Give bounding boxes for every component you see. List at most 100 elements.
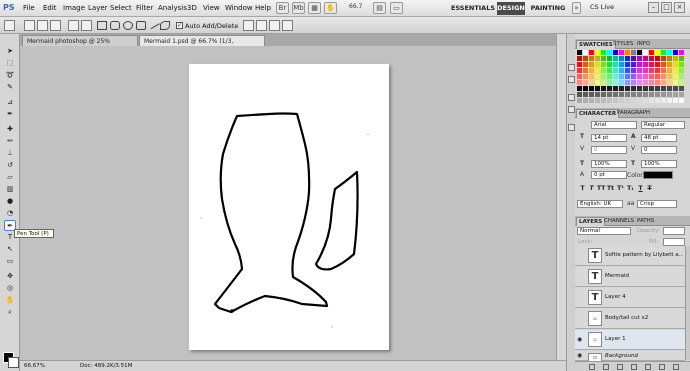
eye-icon[interactable]: ◉ [577, 352, 584, 359]
color-swatch[interactable] [619, 86, 624, 91]
auto-add-delete-checkbox[interactable]: ✓ [176, 22, 183, 29]
leading-field[interactable]: 48 pt [641, 134, 677, 142]
menu-filter[interactable]: Filter [136, 4, 153, 12]
color-swatch[interactable] [667, 80, 672, 85]
color-swatch[interactable] [607, 62, 612, 67]
color-swatch[interactable] [619, 98, 624, 103]
color-swatch[interactable] [625, 98, 630, 103]
color-swatch[interactable] [679, 86, 684, 91]
faux-bold-button[interactable]: T [579, 185, 586, 193]
paths-icon[interactable] [37, 20, 48, 31]
color-swatch[interactable] [583, 92, 588, 97]
color-swatch[interactable] [667, 56, 672, 61]
color-swatch[interactable] [667, 68, 672, 73]
color-swatch[interactable] [637, 92, 642, 97]
color-swatch[interactable] [625, 68, 630, 73]
color-swatch[interactable] [649, 50, 654, 55]
layer-mask-icon[interactable] [617, 364, 623, 370]
color-swatch[interactable] [589, 62, 594, 67]
tab-layers[interactable]: LAYERS [576, 217, 606, 226]
color-swatch[interactable] [661, 92, 666, 97]
color-swatch[interactable] [631, 62, 636, 67]
color-swatch[interactable] [595, 80, 600, 85]
layer-row[interactable]: ▫ Body/tail cut x2 [575, 309, 685, 329]
color-swatch[interactable] [631, 56, 636, 61]
dodge-tool-icon[interactable]: ◔ [4, 208, 16, 219]
color-swatch[interactable] [679, 98, 684, 103]
gradient-tool-icon[interactable]: ▥ [4, 184, 16, 195]
trash-icon[interactable] [673, 364, 679, 370]
color-swatch[interactable] [643, 56, 648, 61]
color-swatch[interactable] [589, 56, 594, 61]
color-swatch[interactable] [655, 74, 660, 79]
workspace-painting[interactable]: PAINTING [530, 2, 566, 15]
kerning-field[interactable]: 0 [591, 146, 627, 154]
color-swatch[interactable] [643, 98, 648, 103]
history-panel-icon[interactable] [568, 64, 575, 71]
color-swatch[interactable] [607, 56, 612, 61]
antialias-select[interactable]: Crisp [637, 200, 677, 208]
baseline-shift-field[interactable]: 0 pt [591, 171, 627, 179]
menu-3d[interactable]: 3D [187, 4, 197, 12]
color-swatch[interactable] [667, 98, 672, 103]
tab-styles[interactable]: STYLES [611, 40, 635, 49]
color-swatch[interactable] [655, 98, 660, 103]
color-swatch[interactable] [601, 74, 606, 79]
strikethrough-button[interactable]: T [646, 185, 653, 193]
color-swatch[interactable] [589, 80, 594, 85]
color-swatch[interactable] [583, 56, 588, 61]
color-swatch[interactable] [595, 68, 600, 73]
vertical-scale-field[interactable]: 100% [591, 160, 627, 168]
link-layers-icon[interactable] [589, 364, 595, 370]
eye-icon[interactable]: ◉ [577, 336, 584, 343]
cs-live-button[interactable]: CS Live [590, 3, 614, 11]
menu-file[interactable]: File [23, 4, 35, 12]
hand-tool-icon[interactable]: ✋ [4, 295, 16, 306]
color-swatch[interactable] [601, 92, 606, 97]
background-color-swatch[interactable] [8, 357, 19, 368]
tab-paragraph[interactable]: PARAGRAPH [615, 109, 652, 118]
path-area-add-icon[interactable] [243, 20, 254, 31]
font-style-select[interactable]: Regular [641, 121, 685, 129]
tab-paths[interactable]: PATHS [635, 217, 656, 226]
layer-row[interactable]: ◉ ▫ Layer 1 [575, 330, 685, 350]
color-swatch[interactable] [655, 80, 660, 85]
color-swatch[interactable] [679, 68, 684, 73]
color-swatch[interactable] [589, 74, 594, 79]
horizontal-scale-field[interactable]: 100% [641, 160, 677, 168]
underline-button[interactable]: T [637, 185, 644, 193]
color-swatch[interactable] [583, 80, 588, 85]
color-swatch[interactable] [613, 56, 618, 61]
layer-row[interactable]: T Softie pattern by Lilybett a... [575, 246, 685, 266]
hand-icon[interactable]: ✋ [324, 2, 337, 14]
color-swatch[interactable] [613, 62, 618, 67]
menu-help[interactable]: Help [255, 4, 271, 12]
color-swatch[interactable] [673, 98, 678, 103]
path-area-intersect-icon[interactable] [269, 20, 280, 31]
visibility-toggle[interactable] [577, 273, 584, 280]
color-swatch[interactable] [649, 68, 654, 73]
menu-window[interactable]: Window [225, 4, 253, 12]
tracking-field[interactable]: 0 [641, 146, 677, 154]
color-swatch[interactable] [649, 74, 654, 79]
layer-row[interactable]: T Layer 4 [575, 288, 685, 308]
color-swatch[interactable] [649, 98, 654, 103]
color-swatch[interactable] [637, 74, 642, 79]
color-swatch[interactable] [577, 98, 582, 103]
color-swatch[interactable] [655, 56, 660, 61]
document-tab[interactable]: Mermaid photoshop @ 25% (Gray/8)× [22, 35, 138, 56]
menu-edit[interactable]: Edit [43, 4, 57, 12]
color-swatch[interactable] [619, 50, 624, 55]
color-swatch[interactable] [613, 80, 618, 85]
color-swatch[interactable] [649, 56, 654, 61]
color-swatch[interactable] [601, 98, 606, 103]
font-size-field[interactable]: 14 pt [591, 134, 627, 142]
color-swatch[interactable] [667, 62, 672, 67]
color-swatch[interactable] [607, 74, 612, 79]
color-swatch[interactable] [619, 74, 624, 79]
guides-icon[interactable]: ▦ [308, 2, 321, 14]
move-tool-icon[interactable]: ➤ [4, 46, 16, 57]
color-swatch[interactable] [613, 74, 618, 79]
color-swatch[interactable] [667, 86, 672, 91]
eraser-tool-icon[interactable]: ▱ [4, 172, 16, 183]
